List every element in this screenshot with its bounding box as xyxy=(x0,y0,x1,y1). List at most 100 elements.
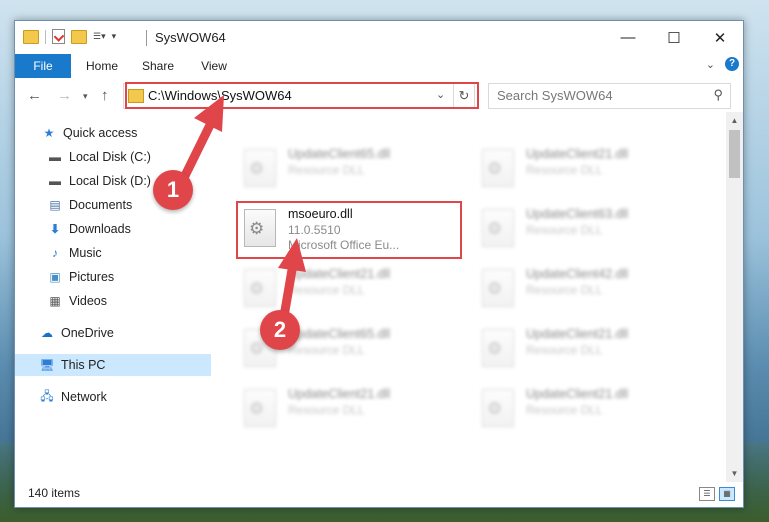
file-type: Resource DLL xyxy=(288,163,365,177)
sidebar-item-label: Local Disk (D:) xyxy=(69,174,151,188)
quick-access-toolbar: ☰▾ ▾ xyxy=(23,29,116,44)
address-bar[interactable]: C:\Windows\SysWOW64 ⌄ ↻ xyxy=(123,83,475,109)
item-count: 140 items xyxy=(28,486,81,500)
sidebar-item-pictures[interactable]: ▣ Pictures 📌 xyxy=(15,266,243,288)
sidebar-item-label: Videos xyxy=(69,294,107,308)
cloud-icon: ☁ xyxy=(41,326,53,340)
minimize-button[interactable]: — xyxy=(605,21,651,54)
file-tile[interactable]: UpdateClient63.dll Resource DLL xyxy=(474,201,694,255)
sidebar-item-label: Local Disk (C:) xyxy=(69,150,151,164)
search-icon[interactable]: ⚲ xyxy=(713,87,723,103)
scroll-up-icon[interactable]: ▲ xyxy=(726,112,743,129)
file-tile[interactable]: UpdateClient21.dll Resource DLL xyxy=(474,381,694,435)
file-name: UpdateClient21.dll xyxy=(526,387,629,401)
new-folder-icon[interactable] xyxy=(71,29,87,44)
documents-icon: ▤ xyxy=(49,198,61,212)
refresh-icon[interactable]: ↻ xyxy=(453,84,474,108)
address-path[interactable]: C:\Windows\SysWOW64 xyxy=(148,88,292,103)
file-type: Resource DLL xyxy=(288,343,365,357)
file-explorer-window: ☰▾ ▾ SysWOW64 — ☐ ✕ File Home Share View… xyxy=(14,20,744,508)
file-name: UpdateClient65.dll xyxy=(288,327,391,341)
file-name: UpdateClient21.dll xyxy=(526,327,629,341)
tab-home[interactable]: Home xyxy=(77,54,127,78)
tab-share[interactable]: Share xyxy=(133,54,183,78)
file-type: Resource DLL xyxy=(288,403,365,417)
dll-file-icon xyxy=(482,329,514,367)
computer-icon: 🖥 xyxy=(39,358,55,372)
file-list: UpdateClient65.dll Resource DLL UpdateCl… xyxy=(211,112,726,482)
window-title: SysWOW64 xyxy=(155,30,226,45)
sidebar-item-videos[interactable]: ▦ Videos 📌 xyxy=(15,290,243,312)
dll-file-icon xyxy=(482,209,514,247)
recent-locations-icon[interactable]: ▾ xyxy=(83,91,88,102)
up-arrow-icon[interactable]: ↑ xyxy=(101,87,109,104)
file-tile[interactable]: UpdateClient21.dll Resource DLL xyxy=(236,381,456,435)
sidebar-item-quick-access[interactable]: ★ Quick access xyxy=(15,122,237,144)
file-tile[interactable]: UpdateClient42.dll Resource DLL xyxy=(474,261,694,315)
sidebar-item-local-disk-d[interactable]: ▬ Local Disk (D:) 📌 xyxy=(15,170,243,192)
scroll-down-icon[interactable]: ▼ xyxy=(726,465,743,482)
sidebar-item-documents[interactable]: ▤ Documents 📌 xyxy=(15,194,243,216)
file-name: UpdateClient63.dll xyxy=(526,207,629,221)
forward-arrow-icon[interactable]: → xyxy=(57,87,72,104)
sidebar-item-music[interactable]: ♪ Music 📌 xyxy=(15,242,243,264)
drive-icon: ▬ xyxy=(49,174,61,188)
expand-ribbon-icon[interactable]: ⌄ xyxy=(706,58,715,71)
music-icon: ♪ xyxy=(52,246,58,260)
customize-toolbar-icon[interactable]: ☰▾ xyxy=(93,31,106,42)
close-button[interactable]: ✕ xyxy=(697,21,743,54)
file-tile[interactable]: UpdateClient21.dll Resource DLL xyxy=(474,321,694,375)
help-icon[interactable]: ? xyxy=(725,57,739,71)
tab-file[interactable]: File xyxy=(15,54,71,78)
address-dropdown-icon[interactable]: ⌄ xyxy=(436,88,445,101)
file-version: 11.0.5510 xyxy=(288,223,341,237)
status-bar: 140 items ☰ ▦ xyxy=(15,482,743,507)
file-type: Resource DLL xyxy=(288,283,365,297)
file-type: Resource DLL xyxy=(526,343,603,357)
maximize-button[interactable]: ☐ xyxy=(651,21,697,54)
star-icon: ★ xyxy=(43,126,55,140)
sidebar-item-this-pc[interactable]: 🖥 This PC xyxy=(15,354,235,376)
pictures-icon: ▣ xyxy=(49,270,61,284)
sidebar-item-label: OneDrive xyxy=(61,326,114,340)
sidebar-item-onedrive[interactable]: ☁ OneDrive xyxy=(15,322,235,344)
sidebar-item-network[interactable]: 🖧 Network xyxy=(15,386,235,408)
file-tile[interactable]: UpdateClient21.dll Resource DLL xyxy=(474,141,694,195)
folder-icon xyxy=(128,89,144,103)
file-type: Resource DLL xyxy=(526,163,603,177)
large-icons-view-icon[interactable]: ▦ xyxy=(719,487,735,501)
search-input[interactable]: Search SysWOW64 ⚲ xyxy=(488,83,731,109)
step-badge-2: 2 xyxy=(260,310,300,350)
sidebar-item-label: Documents xyxy=(69,198,133,212)
file-tile[interactable]: UpdateClient65.dll Resource DLL xyxy=(236,141,456,195)
file-type: Resource DLL xyxy=(526,223,603,237)
vertical-scrollbar[interactable]: ▲ ▼ xyxy=(726,112,743,482)
file-tile[interactable]: UpdateClient21.dll Resource DLL xyxy=(236,261,456,315)
details-view-icon[interactable]: ☰ xyxy=(699,487,715,501)
dll-file-icon xyxy=(244,269,276,307)
sidebar-item-local-disk-c[interactable]: ▬ Local Disk (C:) 📌 xyxy=(15,146,243,168)
navigation-pane: ★ Quick access ▬ Local Disk (C:) 📌 ▬ Loc… xyxy=(15,112,235,482)
tab-view[interactable]: View xyxy=(189,54,239,78)
file-name: UpdateClient21.dll xyxy=(288,387,391,401)
dll-file-icon xyxy=(482,269,514,307)
properties-icon[interactable] xyxy=(52,29,65,44)
window-controls: — ☐ ✕ xyxy=(605,21,743,54)
download-icon: ⬇ xyxy=(49,222,61,236)
file-type: Resource DLL xyxy=(526,283,603,297)
toolbar-dropdown-icon[interactable]: ▾ xyxy=(112,31,117,42)
file-name: UpdateClient65.dll xyxy=(288,147,391,161)
sidebar-item-label: This PC xyxy=(61,358,106,372)
dll-file-icon xyxy=(244,209,276,247)
network-icon: 🖧 xyxy=(40,388,54,403)
dll-file-icon xyxy=(244,149,276,187)
file-tile-msoeuro[interactable]: msoeuro.dll 11.0.5510 Microsoft Office E… xyxy=(236,201,456,255)
scroll-thumb[interactable] xyxy=(729,130,740,178)
file-name: UpdateClient21.dll xyxy=(526,147,629,161)
back-arrow-icon[interactable]: ← xyxy=(27,87,42,104)
sidebar-item-downloads[interactable]: ⬇ Downloads 📌 xyxy=(15,218,243,240)
toolbar-separator xyxy=(45,29,46,44)
file-type: Microsoft Office Eu... xyxy=(288,238,400,252)
sidebar-item-label: Downloads xyxy=(69,222,131,236)
videos-icon: ▦ xyxy=(49,294,61,308)
